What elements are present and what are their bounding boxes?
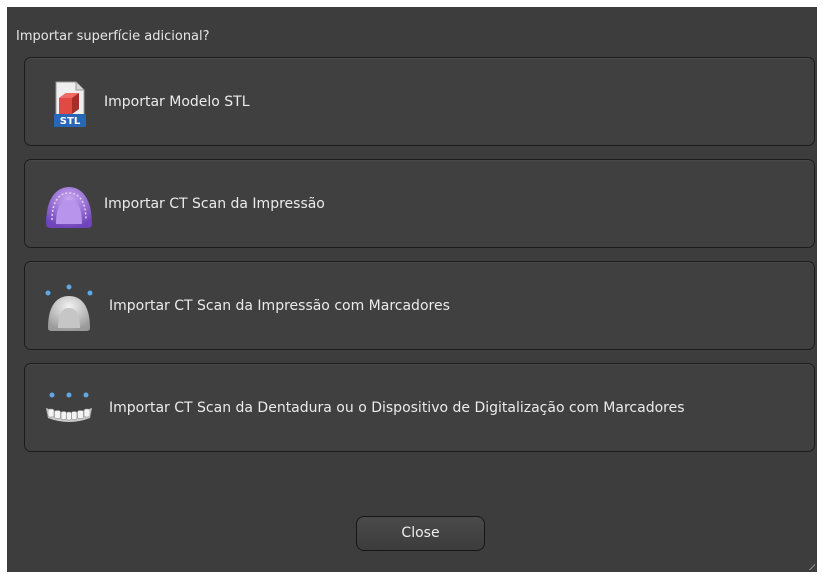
option-label: Importar CT Scan da Impressão com Marcad… [109,298,450,314]
import-impression-ct-button[interactable]: Importar CT Scan da Impressão [24,159,815,248]
stl-icon-text: STL [60,116,81,127]
impression-markers-icon [45,284,93,331]
resize-grip-icon[interactable] [809,564,815,570]
import-surface-dialog: Importar superfície adicional? STL Impor… [7,7,817,572]
import-impression-ct-markers-button[interactable]: Importar CT Scan da Impressão com Marcad… [24,261,815,350]
option-label: Importar CT Scan da Impressão [104,196,325,212]
close-button[interactable]: Close [356,516,485,551]
import-stl-model-button[interactable]: STL Importar Modelo STL [24,57,815,146]
option-label: Importar Modelo STL [104,94,250,110]
option-label: Importar CT Scan da Dentadura ou o Dispo… [109,400,685,416]
import-denture-ct-markers-button[interactable]: Importar CT Scan da Dentadura ou o Dispo… [24,363,815,452]
denture-markers-icon [46,392,92,422]
impression-tray-icon [46,187,92,228]
dialog-prompt: Importar superfície adicional? [16,29,210,44]
stl-file-icon: STL [54,81,86,127]
